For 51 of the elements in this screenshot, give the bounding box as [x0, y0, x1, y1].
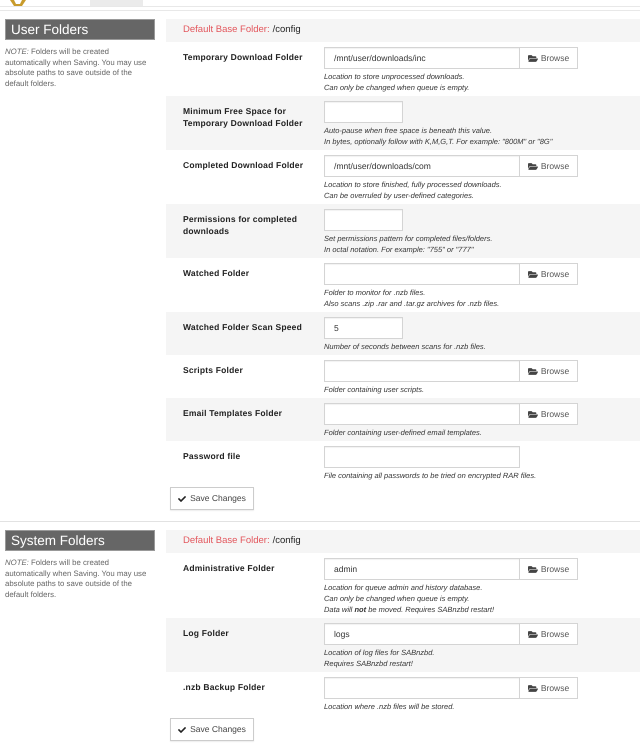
- base-folder-value: /config: [272, 23, 301, 38]
- browse-button[interactable]: Browse: [520, 558, 578, 580]
- field-label: Log Folder: [183, 627, 230, 639]
- base-folder-label: Default Base Folder:: [183, 534, 270, 548]
- field-label: Administrative Folder: [183, 562, 276, 574]
- folder-icon: [528, 684, 538, 692]
- field-label: Email Templates Folder: [183, 407, 284, 419]
- check-icon: [178, 726, 186, 734]
- folder-icon: [528, 270, 538, 278]
- field-label: .nzb Backup Folder: [183, 681, 266, 693]
- browse-button[interactable]: Browse: [520, 47, 578, 69]
- check-icon: [178, 494, 186, 502]
- text-field[interactable]: [324, 263, 520, 285]
- text-field[interactable]: [324, 446, 520, 468]
- browse-button[interactable]: Browse: [520, 403, 578, 425]
- folder-icon: [528, 564, 538, 574]
- field-label: Temporary Download Folder: [183, 51, 304, 63]
- field-label: Scripts Folder: [183, 364, 244, 376]
- text-field[interactable]: [324, 677, 520, 699]
- text-field[interactable]: [324, 360, 520, 382]
- browse-button[interactable]: Browse: [520, 677, 578, 699]
- save-changes-button[interactable]: Save Changes: [170, 487, 254, 510]
- text-field[interactable]: logs: [324, 623, 520, 645]
- field-label: Minimum Free Space for Temporary Download Folder: [183, 105, 304, 129]
- folder-icon: [528, 630, 538, 638]
- field-label: Watched Folder Scan Speed: [183, 321, 303, 333]
- folder-icon: [528, 410, 538, 418]
- text-field[interactable]: [324, 101, 403, 123]
- section-title: User Folders: [5, 19, 155, 40]
- text-field[interactable]: [324, 209, 403, 231]
- text-field[interactable]: admin: [324, 558, 520, 580]
- field-label: Password file: [183, 450, 242, 462]
- folder-icon: [528, 366, 538, 376]
- text-field[interactable]: /mnt/user/downloads/inc: [324, 47, 520, 69]
- section-title: System Folders: [5, 530, 155, 551]
- field-label: Permissions for completed downloads: [183, 213, 298, 237]
- folder-icon: [528, 162, 538, 170]
- save-changes-button[interactable]: Save Changes: [170, 718, 254, 741]
- field-label: Completed Download Folder: [183, 159, 304, 171]
- browse-button[interactable]: Browse: [520, 623, 578, 645]
- logo-drawing: [10, 0, 26, 6]
- browse-button[interactable]: Browse: [520, 155, 578, 177]
- browse-button[interactable]: Browse: [520, 263, 578, 285]
- base-folder-value: /config: [272, 534, 301, 548]
- browse-button[interactable]: Browse: [520, 360, 578, 382]
- text-field[interactable]: /mnt/user/downloads/com: [324, 155, 520, 177]
- base-folder-label: Default Base Folder:: [183, 23, 270, 38]
- field-label: Watched Folder: [183, 267, 250, 279]
- text-field[interactable]: [324, 403, 520, 425]
- text-field[interactable]: 5: [324, 317, 403, 339]
- folder-icon: [528, 54, 538, 62]
